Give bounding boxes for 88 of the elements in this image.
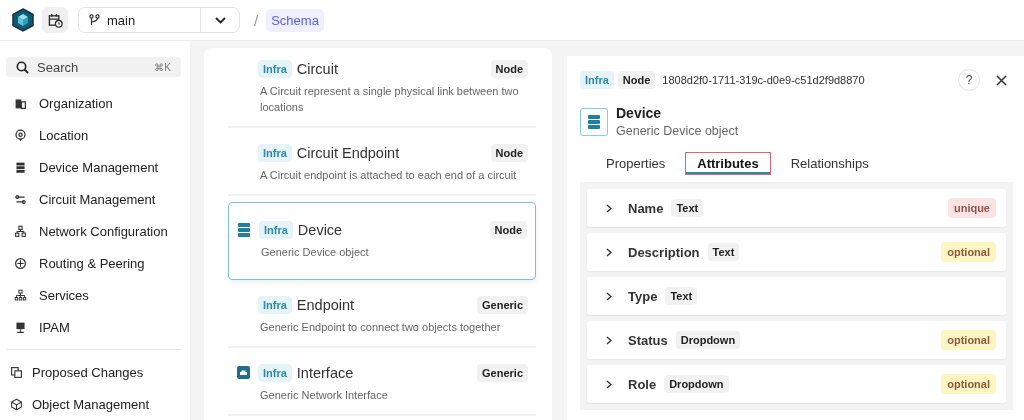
schema-list-item[interactable]: Infra Endpoint Generic Generic Endpoint to connect two objects together bbox=[228, 285, 536, 348]
server-stack-icon bbox=[14, 160, 27, 174]
git-branch-icon bbox=[89, 14, 100, 26]
namespace-tag: Infra bbox=[258, 60, 292, 78]
attribute-type-tag: Dropdown bbox=[675, 331, 741, 349]
chevron-down-icon bbox=[214, 16, 226, 24]
namespace-tag: Infra bbox=[258, 295, 292, 314]
location-pin-icon bbox=[14, 128, 27, 142]
kind-tag: Generic bbox=[477, 295, 528, 314]
kind-tag: Node bbox=[617, 71, 656, 89]
attribute-type-tag: Text bbox=[671, 199, 704, 217]
attribute-row[interactable]: Description Text optional bbox=[587, 233, 1006, 271]
sidebar-item[interactable]: Device Management bbox=[0, 151, 190, 184]
server-stack-icon bbox=[238, 222, 250, 237]
kind-tag: Node bbox=[490, 60, 528, 78]
help-button[interactable]: ? bbox=[958, 69, 980, 91]
schema-id: 1808d2f0-1711-319c-d0e9-c51d2f9d8870 bbox=[662, 74, 866, 86]
attribute-badge: optional bbox=[941, 242, 996, 262]
schema-name: Endpoint bbox=[296, 296, 355, 313]
search-field[interactable]: Search ⌘K bbox=[6, 57, 181, 78]
attribute-name: Role bbox=[628, 376, 657, 392]
schema-description: Generic Endpoint to connect two objects together bbox=[259, 319, 502, 335]
monitor-icon bbox=[14, 320, 27, 334]
schema-name: Interface bbox=[296, 364, 354, 381]
tab[interactable]: Attributes bbox=[685, 152, 771, 175]
schema-list-item[interactable]: Infra Circuit Endpoint Node A Circuit endpoint is attached to each end of a circuit bbox=[228, 133, 536, 196]
schema-name: Circuit bbox=[296, 61, 338, 77]
schema-description: Generic Device object bbox=[260, 244, 370, 260]
schema-title: Device bbox=[616, 105, 663, 121]
copy-icon bbox=[10, 365, 23, 379]
tab[interactable]: Relationships bbox=[778, 152, 881, 175]
sidebar-item[interactable]: Location bbox=[0, 119, 190, 152]
sidebar-item[interactable]: IPAM bbox=[0, 311, 190, 344]
attribute-name: Name bbox=[628, 200, 664, 216]
schema-name: Device bbox=[297, 221, 343, 238]
cube-icon bbox=[10, 397, 23, 411]
sidebar-item[interactable]: Routing & Peering bbox=[0, 247, 190, 280]
building-icon bbox=[14, 96, 27, 110]
hierarchy-icon bbox=[14, 288, 27, 302]
server-stack-icon bbox=[588, 114, 600, 129]
attribute-type-tag: Text bbox=[665, 287, 698, 305]
attribute-name: Description bbox=[628, 244, 700, 260]
sidebar-item[interactable]: Network Configuration bbox=[0, 215, 190, 248]
namespace-tag: Infra bbox=[580, 71, 614, 89]
tab[interactable]: Properties bbox=[594, 152, 678, 175]
schema-description: Generic Device object bbox=[616, 124, 739, 138]
kind-tag: Node bbox=[490, 143, 528, 162]
sidebar-item[interactable]: Object Management bbox=[0, 388, 190, 420]
kind-tag: Generic bbox=[477, 363, 528, 382]
crosshair-circle-icon bbox=[14, 256, 27, 270]
attribute-name: Status bbox=[628, 332, 668, 348]
close-icon[interactable] bbox=[996, 74, 1007, 86]
attribute-badge: optional bbox=[941, 374, 996, 394]
attribute-badge: unique bbox=[947, 198, 996, 218]
schema-list-item[interactable]: Infra Interface Generic Generic Network Interface bbox=[228, 353, 536, 416]
attribute-row[interactable]: Role Dropdown optional bbox=[587, 365, 1006, 403]
attribute-badge: optional bbox=[941, 330, 996, 350]
sidebar-item[interactable]: Circuit Management bbox=[0, 183, 190, 216]
schema-description: A Circuit endpoint is attached to each end of a circuit bbox=[259, 167, 518, 183]
kind-tag: Node bbox=[489, 220, 527, 239]
schema-name: Circuit Endpoint bbox=[296, 144, 400, 161]
breadcrumb-separator: / bbox=[254, 11, 259, 29]
namespace-tag: Infra bbox=[258, 363, 292, 382]
schema-list-item[interactable]: Infra Device Node Generic Device object bbox=[228, 201, 536, 280]
schedule-button[interactable] bbox=[42, 7, 68, 33]
sidebar-item[interactable]: Services bbox=[0, 279, 190, 312]
schema-description: Generic Network Interface bbox=[259, 387, 389, 403]
branch-selector[interactable]: main bbox=[78, 7, 240, 33]
calendar-clock-icon bbox=[47, 12, 63, 28]
breadcrumb-link[interactable]: Schema bbox=[266, 8, 324, 32]
sidebar-item[interactable]: Organization bbox=[0, 87, 190, 120]
attribute-name: Type bbox=[628, 288, 658, 304]
shortcut-hint: ⌘K bbox=[154, 61, 171, 73]
attribute-type-tag: Dropdown bbox=[664, 375, 729, 393]
network-port-icon bbox=[236, 366, 250, 380]
schema-list-item[interactable]: Infra Circuit Node A Circuit represent a single physical link between two locations bbox=[228, 60, 536, 128]
network-icon bbox=[14, 224, 27, 238]
hexagon-logo-icon[interactable] bbox=[12, 8, 34, 32]
attribute-row[interactable]: Name Text unique bbox=[587, 189, 1006, 227]
search-icon bbox=[16, 60, 29, 74]
attribute-row[interactable]: Type Text bbox=[587, 277, 1006, 315]
schema-description: A Circuit represent a single physical link between two locations bbox=[259, 84, 520, 115]
attribute-type-tag: Text bbox=[707, 243, 740, 261]
attribute-row[interactable]: Status Dropdown optional bbox=[587, 321, 1006, 359]
sliders-icon bbox=[14, 192, 27, 206]
namespace-tag: Infra bbox=[259, 220, 293, 239]
namespace-tag: Infra bbox=[258, 143, 292, 162]
sidebar-item[interactable]: Proposed Changes bbox=[0, 356, 190, 388]
